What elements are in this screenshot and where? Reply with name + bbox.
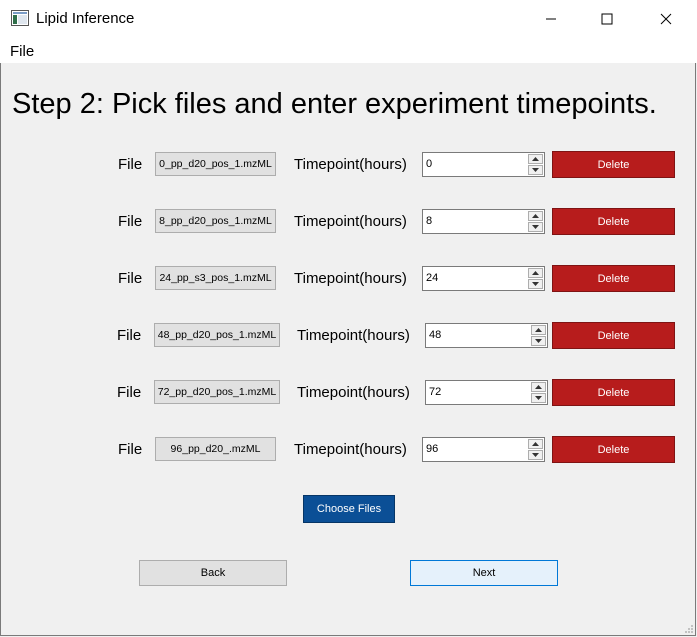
delete-button[interactable]: Delete bbox=[552, 436, 675, 463]
delete-button[interactable]: Delete bbox=[552, 322, 675, 349]
timepoint-spinbox[interactable]: 8 bbox=[422, 209, 545, 234]
spin-down-button[interactable] bbox=[531, 336, 546, 346]
delete-button[interactable]: Delete bbox=[552, 151, 675, 178]
timepoint-label: Timepoint(hours) bbox=[294, 156, 407, 173]
resize-grip-icon[interactable] bbox=[684, 624, 694, 634]
spin-up-button[interactable] bbox=[528, 439, 543, 449]
next-button[interactable]: Next bbox=[410, 560, 558, 586]
minimize-button[interactable] bbox=[528, 0, 574, 38]
arrow-down-icon bbox=[535, 396, 542, 400]
timepoint-value: 72 bbox=[429, 386, 442, 398]
spin-up-button[interactable] bbox=[531, 382, 546, 392]
delete-button[interactable]: Delete bbox=[552, 265, 675, 292]
file-button[interactable]: 8_pp_d20_pos_1.mzML bbox=[155, 209, 276, 233]
file-label: File bbox=[118, 213, 143, 230]
maximize-icon bbox=[601, 13, 613, 25]
choose-files-button[interactable]: Choose Files bbox=[303, 495, 395, 523]
file-button[interactable]: 72_pp_d20_pos_1.mzML bbox=[154, 380, 280, 404]
page-title: Step 2: Pick files and enter experiment … bbox=[12, 88, 657, 120]
timepoint-spinbox[interactable]: 72 bbox=[425, 380, 548, 405]
menu-file[interactable]: File bbox=[10, 43, 34, 60]
spin-up-button[interactable] bbox=[528, 211, 543, 221]
file-button[interactable]: 0_pp_d20_pos_1.mzML bbox=[155, 152, 276, 176]
arrow-up-icon bbox=[532, 214, 539, 218]
timepoint-label: Timepoint(hours) bbox=[294, 270, 407, 287]
delete-button[interactable]: Delete bbox=[552, 208, 675, 235]
close-button[interactable] bbox=[643, 0, 689, 38]
timepoint-spinbox[interactable]: 24 bbox=[422, 266, 545, 291]
arrow-down-icon bbox=[532, 168, 539, 172]
spin-down-button[interactable] bbox=[528, 222, 543, 232]
spin-down-button[interactable] bbox=[528, 279, 543, 289]
spin-down-button[interactable] bbox=[531, 393, 546, 403]
arrow-up-icon bbox=[535, 385, 542, 389]
back-button[interactable]: Back bbox=[139, 560, 287, 586]
window-title: Lipid Inference bbox=[36, 10, 135, 27]
timepoint-spinbox[interactable]: 48 bbox=[425, 323, 548, 348]
timepoint-value: 96 bbox=[426, 443, 439, 455]
timepoint-label: Timepoint(hours) bbox=[297, 384, 410, 401]
file-button[interactable]: 24_pp_s3_pos_1.mzML bbox=[155, 266, 276, 290]
arrow-up-icon bbox=[532, 271, 539, 275]
arrow-down-icon bbox=[532, 225, 539, 229]
file-label: File bbox=[117, 384, 142, 401]
arrow-up-icon bbox=[532, 157, 539, 161]
timepoint-spinbox[interactable]: 96 bbox=[422, 437, 545, 462]
timepoint-label: Timepoint(hours) bbox=[297, 327, 410, 344]
file-label: File bbox=[118, 156, 143, 173]
spin-up-button[interactable] bbox=[528, 154, 543, 164]
menu-bar: File bbox=[0, 38, 697, 63]
file-label: File bbox=[118, 441, 143, 458]
timepoint-value: 0 bbox=[426, 158, 433, 170]
arrow-up-icon bbox=[532, 442, 539, 446]
title-bar: Lipid Inference bbox=[0, 0, 697, 38]
spin-up-button[interactable] bbox=[528, 268, 543, 278]
file-label: File bbox=[118, 270, 143, 287]
timepoint-spinbox[interactable]: 0 bbox=[422, 152, 545, 177]
timepoint-value: 48 bbox=[429, 329, 442, 341]
minimize-icon bbox=[546, 18, 556, 20]
spin-up-button[interactable] bbox=[531, 325, 546, 335]
spin-down-button[interactable] bbox=[528, 450, 543, 460]
timepoint-value: 8 bbox=[426, 215, 433, 227]
arrow-up-icon bbox=[535, 328, 542, 332]
app-icon bbox=[11, 10, 29, 26]
arrow-down-icon bbox=[532, 453, 539, 457]
delete-button[interactable]: Delete bbox=[552, 379, 675, 406]
file-button[interactable]: 96_pp_d20_.mzML bbox=[155, 437, 276, 461]
spin-down-button[interactable] bbox=[528, 165, 543, 175]
file-button[interactable]: 48_pp_d20_pos_1.mzML bbox=[154, 323, 280, 347]
arrow-down-icon bbox=[535, 339, 542, 343]
arrow-down-icon bbox=[532, 282, 539, 286]
timepoint-label: Timepoint(hours) bbox=[294, 213, 407, 230]
timepoint-value: 24 bbox=[426, 272, 439, 284]
file-label: File bbox=[117, 327, 142, 344]
maximize-button[interactable] bbox=[584, 0, 630, 38]
close-icon bbox=[660, 13, 672, 25]
timepoint-label: Timepoint(hours) bbox=[294, 441, 407, 458]
